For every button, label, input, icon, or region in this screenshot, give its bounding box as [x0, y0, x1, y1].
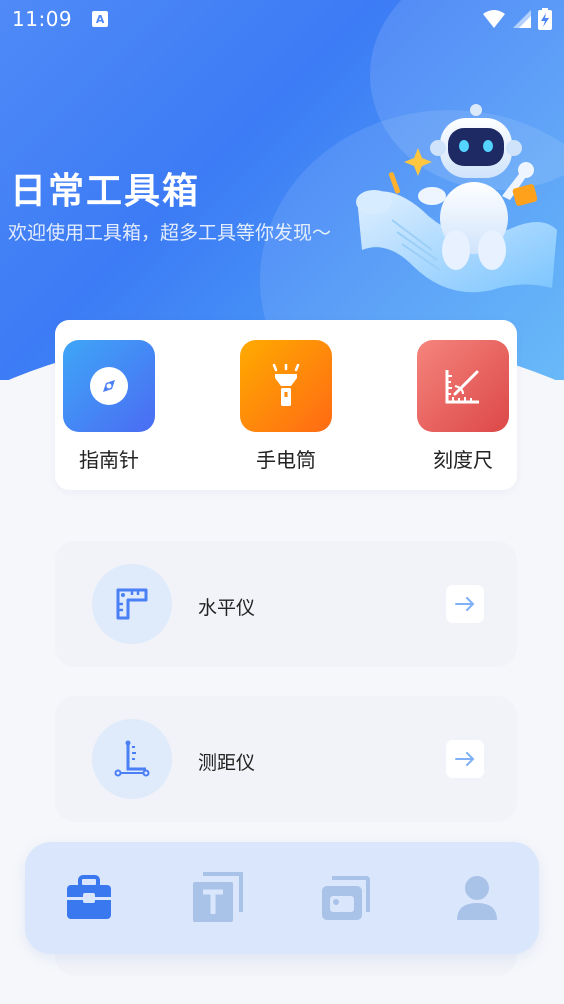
list-icon-circle	[92, 719, 172, 799]
arrow-right-icon	[455, 752, 475, 766]
wifi-icon	[483, 10, 505, 28]
list-icon-circle	[92, 564, 172, 644]
list-item-level[interactable]: 水平仪	[55, 541, 517, 667]
signal-icon	[513, 10, 531, 28]
nav-toolbox[interactable]	[61, 870, 117, 926]
flashlight-tile	[240, 340, 332, 432]
quick-tools-card: 指南针 手电筒 刻度尺	[55, 320, 517, 490]
flashlight-icon	[272, 364, 300, 406]
quick-tool-flashlight[interactable]: 手电筒	[240, 340, 332, 473]
ruler-angle-icon	[445, 370, 479, 404]
nav-profile[interactable]	[449, 870, 505, 926]
gallery-icon	[322, 876, 370, 920]
compass-tile	[63, 340, 155, 432]
page-subtitle: 欢迎使用工具箱，超多工具等你发现～	[8, 222, 332, 244]
notification-badge: A	[92, 11, 109, 27]
quick-tool-compass[interactable]: 指南针	[63, 340, 155, 473]
nav-gallery[interactable]	[317, 870, 373, 926]
open-arrow-button[interactable]	[446, 585, 484, 623]
list-item-label: 测距仪	[198, 752, 256, 774]
text-tool-icon	[193, 872, 243, 922]
open-arrow-button[interactable]	[446, 740, 484, 778]
quick-tool-label: 指南针	[79, 448, 139, 472]
compass-icon	[90, 367, 128, 405]
robot-illustration	[356, 104, 557, 293]
bottom-nav	[25, 842, 539, 954]
list-item-rangefinder[interactable]: 测距仪	[55, 696, 517, 822]
status-time: 11:09	[12, 7, 73, 31]
nav-text-tool[interactable]	[189, 870, 245, 926]
ruler-tile	[417, 340, 509, 432]
quick-tool-ruler[interactable]: 刻度尺	[417, 340, 509, 473]
list-item-label: 水平仪	[198, 597, 256, 619]
arrow-right-icon	[455, 597, 475, 611]
page-title: 日常工具箱	[10, 171, 201, 212]
user-icon	[457, 876, 497, 920]
toolbox-icon	[67, 875, 111, 919]
battery-charging-icon	[538, 8, 552, 30]
status-icons	[482, 8, 552, 30]
rangefinder-icon	[114, 740, 150, 777]
level-ruler-icon	[116, 588, 148, 620]
status-bar: 11:09 A	[0, 0, 564, 38]
quick-tool-label: 手电筒	[256, 448, 316, 472]
quick-tool-label: 刻度尺	[433, 448, 493, 472]
